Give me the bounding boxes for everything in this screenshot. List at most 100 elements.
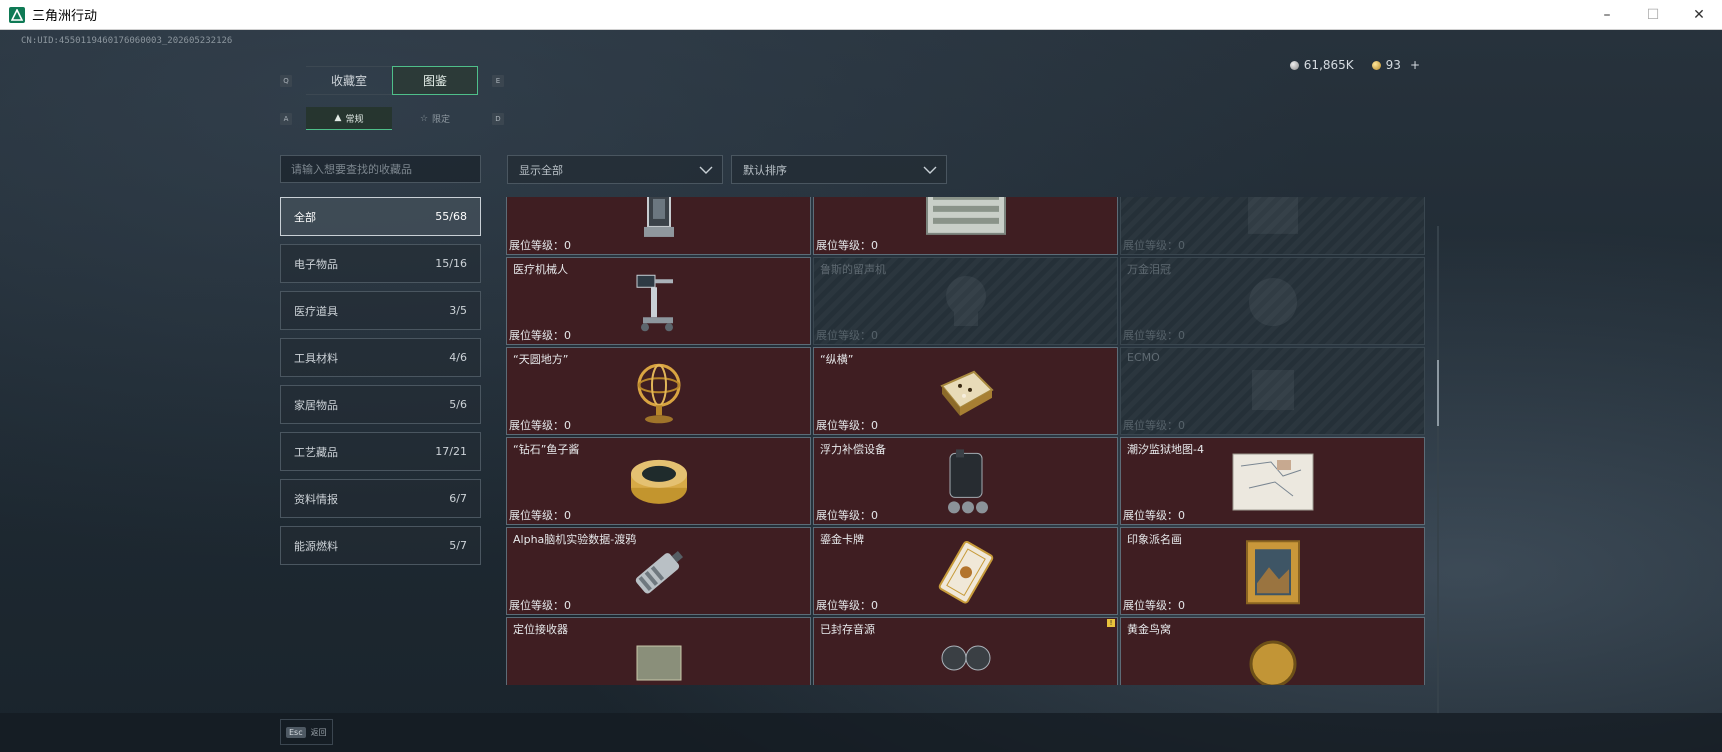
sub-tabs: ▲ 常规 ☆ 限定 <box>306 107 478 130</box>
gold-coin-icon <box>1371 60 1381 70</box>
close-icon[interactable]: ✕ <box>1676 0 1722 30</box>
booth-level: 展位等级：0 <box>816 417 878 433</box>
category-household[interactable]: 家居物品 5/6 <box>280 385 481 424</box>
grid-scrollbar[interactable] <box>1437 226 1439 714</box>
booth-level: 展位等级：0 <box>816 237 878 253</box>
booth-level: 展位等级：0 <box>509 597 571 613</box>
sort-dropdown[interactable]: 默认排序 <box>731 155 947 184</box>
new-alert-badge: ! <box>1107 619 1115 627</box>
category-medical[interactable]: 医疗道具 3/5 <box>280 291 481 330</box>
category-label: 工艺藏品 <box>294 445 338 459</box>
data-drive-icon <box>627 542 691 605</box>
flask-icon: ▲ <box>334 113 342 123</box>
booth-level-value: 0 <box>1178 419 1185 432</box>
collection-item-card[interactable]: 鎏金卡牌 展位等级：0 <box>813 527 1118 615</box>
key-hint-e: E <box>492 75 504 87</box>
collection-item-card[interactable]: 浮力补偿设备 展位等级：0 <box>813 437 1118 525</box>
collection-item-card[interactable]: 印象派名画展位等级：0 <box>1120 527 1425 615</box>
booth-level-label: 展位等级： <box>509 329 564 342</box>
collection-item-card[interactable]: 鲁斯的留声机展位等级：0 <box>813 257 1118 345</box>
tab-regular[interactable]: ▲ 常规 <box>306 107 392 130</box>
collection-item-card[interactable]: “纵横” 展位等级：0 <box>813 347 1118 435</box>
display-filter-dropdown[interactable]: 显示全部 <box>507 155 723 184</box>
collection-item-card[interactable]: 医疗机械人 展位等级：0 <box>506 257 811 345</box>
framed-painting-icon <box>1245 539 1301 608</box>
silver-amount: 61,865K <box>1303 58 1354 72</box>
back-button[interactable]: Esc 返回 <box>280 719 333 745</box>
collection-item-card[interactable]: 已封存音源! <box>813 617 1118 685</box>
unknown-item-icon <box>1238 197 1308 243</box>
booth-level: 展位等级：0 <box>1123 417 1185 433</box>
server-cabinet-icon <box>921 197 1011 243</box>
collection-item-name: 潮汐监狱地图-4 <box>1127 443 1204 456</box>
booth-level: 展位等级：0 <box>1123 327 1185 343</box>
booth-level: 展位等级：0 <box>1123 597 1185 613</box>
medical-robot-icon <box>629 269 689 338</box>
category-count: 5/6 <box>449 398 467 411</box>
booth-level-value: 0 <box>1178 329 1185 342</box>
booth-level-value: 0 <box>871 239 878 252</box>
collection-item-card[interactable]: 展位等级：0 <box>813 197 1118 255</box>
buoyancy-device-icon <box>938 447 994 520</box>
collection-item-name: ECMO <box>1127 351 1160 364</box>
booth-level-value: 0 <box>1178 509 1185 522</box>
collection-item-name: 定位接收器 <box>513 623 568 636</box>
collection-item-name: 印象派名画 <box>1127 533 1182 546</box>
category-count: 6/7 <box>449 492 467 505</box>
gramophone-icon <box>936 272 996 335</box>
booth-level-value: 0 <box>1178 239 1185 252</box>
maximize-icon[interactable]: ☐ <box>1630 0 1676 30</box>
booth-level-label: 展位等级： <box>1123 329 1178 342</box>
category-label: 家居物品 <box>294 398 338 412</box>
player-uid: CN:UID:4550119460176060003_202605232126 <box>21 36 233 46</box>
minimize-icon[interactable]: – <box>1584 0 1630 30</box>
booth-level-value: 0 <box>564 599 571 612</box>
collection-item-name: 鲁斯的留声机 <box>820 263 886 276</box>
category-all[interactable]: 全部 55/68 <box>280 197 481 236</box>
category-electronics[interactable]: 电子物品 15/16 <box>280 244 481 283</box>
collection-grid[interactable]: 展位等级：0 展位等级：0 展位等级：0 医疗机械人 展位等级：0 鲁斯的留声机 展位等级：… <box>506 197 1434 685</box>
booth-level: 展位等级：0 <box>509 327 571 343</box>
collection-item-card[interactable]: “钻石”鱼子酱 展位等级：0 <box>506 437 811 525</box>
booth-level-value: 0 <box>1178 599 1185 612</box>
booth-level: 展位等级：0 <box>509 237 571 253</box>
collection-item-card[interactable]: 展位等级：0 <box>506 197 811 255</box>
gold-currency[interactable]: 93 + <box>1371 58 1420 72</box>
search-input[interactable]: 请输入想要查找的收藏品 <box>280 155 481 183</box>
gilded-card-icon <box>938 539 994 608</box>
tab-limited[interactable]: ☆ 限定 <box>392 107 478 130</box>
display-filter-value: 显示全部 <box>519 163 563 177</box>
collection-item-card[interactable]: 展位等级：0 <box>1120 197 1425 255</box>
add-gold-button[interactable]: + <box>1410 58 1420 72</box>
booth-level-value: 0 <box>871 599 878 612</box>
collection-item-card[interactable]: “天圆地方” 展位等级：0 <box>506 347 811 435</box>
booth-level: 展位等级：0 <box>816 327 878 343</box>
booth-level-label: 展位等级： <box>816 509 871 522</box>
receiver-icon <box>629 632 689 685</box>
booth-level: 展位等级：0 <box>816 507 878 523</box>
collection-item-card[interactable]: 潮汐监狱地图-4 展位等级：0 <box>1120 437 1425 525</box>
booth-level-label: 展位等级： <box>816 599 871 612</box>
booth-level-value: 0 <box>871 509 878 522</box>
app-logo-icon <box>9 6 25 23</box>
collection-item-card[interactable]: ECMO 展位等级：0 <box>1120 347 1425 435</box>
category-intel[interactable]: 资料情报 6/7 <box>280 479 481 518</box>
category-tools[interactable]: 工具材料 4/6 <box>280 338 481 377</box>
collection-item-name: “钻石”鱼子酱 <box>513 443 580 456</box>
collection-item-card[interactable]: 万金泪冠 展位等级：0 <box>1120 257 1425 345</box>
category-crafts[interactable]: 工艺藏品 17/21 <box>280 432 481 471</box>
category-energy[interactable]: 能源燃料 5/7 <box>280 526 481 565</box>
category-count: 4/6 <box>449 351 467 364</box>
booth-level-label: 展位等级： <box>509 239 564 252</box>
collection-item-card[interactable]: 定位接收器 <box>506 617 811 685</box>
tab-collection-room[interactable]: 收藏室 <box>306 66 392 95</box>
tab-regular-label: 常规 <box>345 114 364 125</box>
collection-item-name: “天圆地方” <box>513 353 569 366</box>
back-label: 返回 <box>310 727 327 737</box>
collection-item-card[interactable]: 黄金鸟窝 <box>1120 617 1425 685</box>
booth-level-label: 展位等级： <box>816 419 871 432</box>
collection-item-card[interactable]: Alpha脑机实验数据-渡鸦 展位等级：0 <box>506 527 811 615</box>
tab-codex[interactable]: 图鉴 <box>392 66 478 95</box>
esc-key-hint: Esc <box>286 726 306 738</box>
grid-scrollbar-thumb[interactable] <box>1437 360 1439 426</box>
